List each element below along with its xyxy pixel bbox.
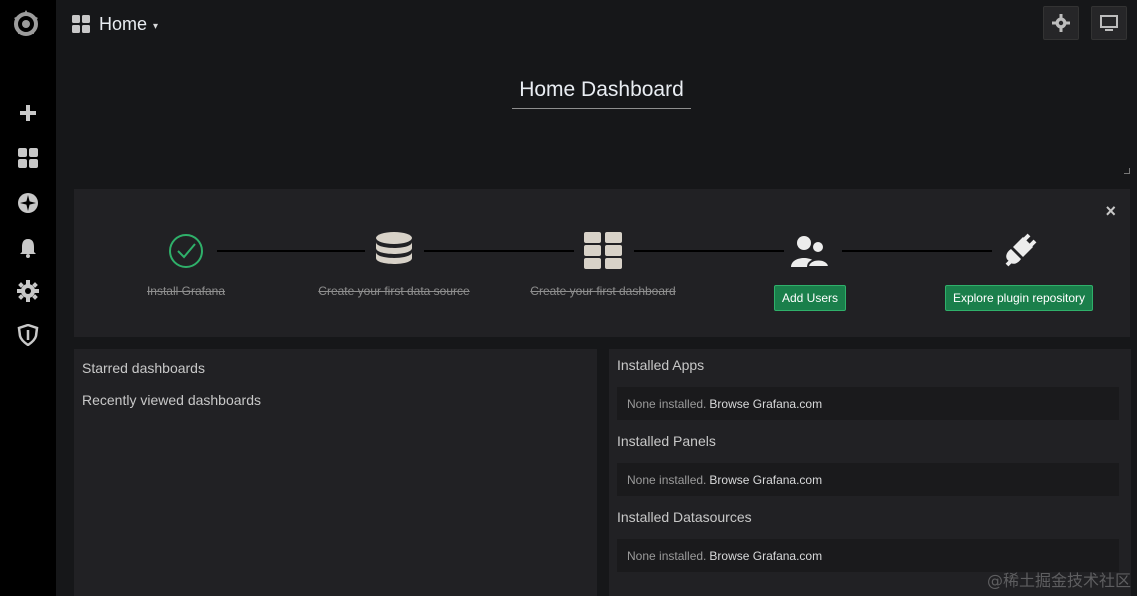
compass-icon[interactable] <box>12 187 44 219</box>
plugin-list-panel: Installed Apps None installed. Browse Gr… <box>609 349 1131 596</box>
step-add-users: Add Users <box>710 229 910 311</box>
browse-grafana-link[interactable]: Browse Grafana.com <box>709 549 822 563</box>
none-installed-text: None installed. <box>627 472 707 487</box>
plug-icon <box>1005 233 1037 267</box>
add-users-button[interactable]: Add Users <box>773 285 847 311</box>
database-icon <box>376 232 412 264</box>
installed-panels-list: None installed. Browse Grafana.com <box>617 463 1119 496</box>
dashboard-name: Home <box>99 13 148 34</box>
none-installed-text: None installed. <box>627 396 707 411</box>
installed-apps-heading: Installed Apps <box>617 357 705 373</box>
dashboards-icon[interactable] <box>12 142 44 174</box>
step-label: Create your first data source <box>318 284 470 298</box>
dashboard-grid-icon <box>584 232 622 269</box>
step-explore-plugins: Explore plugin repository <box>919 229 1119 311</box>
watermark-text: @稀土掘金技术社区 <box>986 571 1131 590</box>
resize-handle[interactable] <box>1124 168 1130 174</box>
sidebar <box>0 0 56 596</box>
installed-panels-heading: Installed Panels <box>617 433 716 449</box>
explore-plugins-button[interactable]: Explore plugin repository <box>944 285 1094 311</box>
gear-icon <box>1052 14 1070 32</box>
recent-dashboards-heading: Recently viewed dashboards <box>82 392 261 408</box>
chevron-down-icon: ▾ <box>153 20 159 32</box>
browse-grafana-link[interactable]: Browse Grafana.com <box>709 473 822 487</box>
top-navbar: Home ▾ <box>56 0 1137 48</box>
step-label: Create your first dashboard <box>530 284 676 298</box>
users-icon <box>791 236 830 268</box>
grafana-logo-icon[interactable] <box>10 8 42 40</box>
dashboard-list-panel: Starred dashboards Recently viewed dashb… <box>74 349 597 596</box>
gear-icon[interactable] <box>12 275 44 307</box>
none-installed-text: None installed. <box>627 548 707 563</box>
step-data-source[interactable]: Create your first data source <box>294 229 494 298</box>
dashboard-settings-button[interactable] <box>1043 6 1079 40</box>
dashboard-picker-button[interactable]: Home ▾ <box>72 10 158 38</box>
tv-mode-button[interactable] <box>1091 6 1127 40</box>
installed-apps-list: None installed. Browse Grafana.com <box>617 387 1119 420</box>
check-circle-icon <box>169 234 203 268</box>
page-title: Home Dashboard <box>512 78 691 109</box>
plus-icon[interactable] <box>12 97 44 129</box>
step-install-grafana: Install Grafana <box>86 229 286 298</box>
browse-grafana-link[interactable]: Browse Grafana.com <box>709 397 822 411</box>
monitor-icon <box>1100 15 1118 31</box>
close-icon[interactable]: × <box>1105 201 1116 222</box>
shield-icon[interactable] <box>12 319 44 351</box>
bell-icon[interactable] <box>12 232 44 264</box>
installed-datasources-heading: Installed Datasources <box>617 509 752 525</box>
step-label: Install Grafana <box>146 284 226 298</box>
getting-started-panel: × Install Grafana Create your first data… <box>74 189 1130 337</box>
dashboard-grid-icon <box>72 15 90 33</box>
starred-dashboards-heading: Starred dashboards <box>82 360 205 376</box>
step-dashboard[interactable]: Create your first dashboard <box>503 229 703 298</box>
